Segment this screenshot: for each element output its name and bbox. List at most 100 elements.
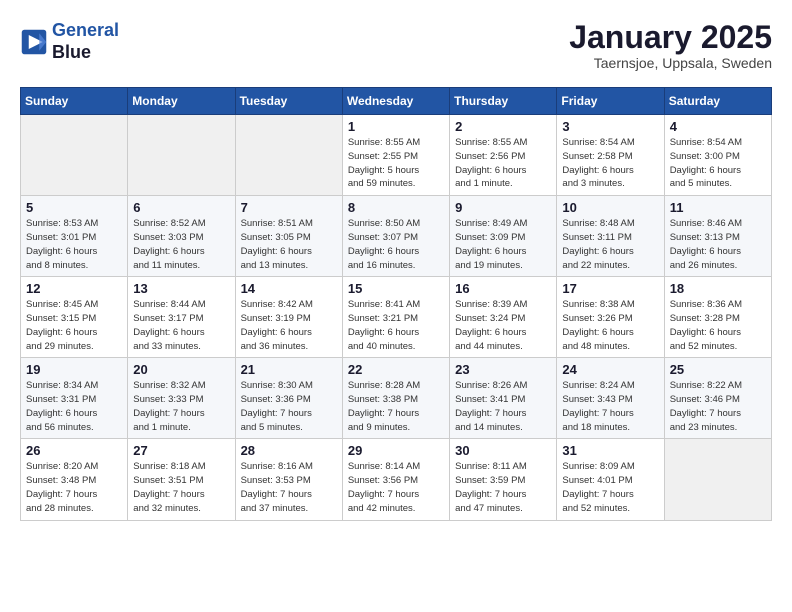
logo-text: General Blue bbox=[52, 20, 119, 63]
day-number: 30 bbox=[455, 443, 551, 458]
calendar-subtitle: Taernsjoe, Uppsala, Sweden bbox=[569, 55, 772, 71]
day-number: 20 bbox=[133, 362, 229, 377]
day-detail: Sunrise: 8:48 AM Sunset: 3:11 PM Dayligh… bbox=[562, 217, 658, 272]
calendar-cell: 4 Sunrise: 8:54 AM Sunset: 3:00 PM Daylig… bbox=[664, 115, 771, 196]
day-header: Tuesday bbox=[235, 88, 342, 115]
calendar-cell: 8Sunrise: 8:50 AM Sunset: 3:07 PM Daylig… bbox=[342, 196, 449, 277]
calendar-week-row: 12 Sunrise: 8:45 AM Sunset: 3:15 PM Dayli… bbox=[21, 277, 772, 358]
calendar-table: SundayMondayTuesdayWednesdayThursdayFrid… bbox=[20, 87, 772, 520]
calendar-cell: 22Sunrise: 8:28 AM Sunset: 3:38 PM Dayli… bbox=[342, 358, 449, 439]
calendar-cell: 11 Sunrise: 8:46 AM Sunset: 3:13 PM Dayli… bbox=[664, 196, 771, 277]
day-number: 24 bbox=[562, 362, 658, 377]
day-detail: Sunrise: 8:36 AM Sunset: 3:28 PM Dayligh… bbox=[670, 298, 766, 353]
day-number: 10 bbox=[562, 200, 658, 215]
calendar-cell: 9Sunrise: 8:49 AM Sunset: 3:09 PM Daylig… bbox=[450, 196, 557, 277]
day-number: 15 bbox=[348, 281, 444, 296]
calendar-cell: 21 Sunrise: 8:30 AM Sunset: 3:36 PM Dayli… bbox=[235, 358, 342, 439]
day-detail: Sunrise: 8:26 AM Sunset: 3:41 PM Dayligh… bbox=[455, 379, 551, 434]
day-detail: Sunrise: 8:53 AM Sunset: 3:01 PM Dayligh… bbox=[26, 217, 122, 272]
day-number: 7 bbox=[241, 200, 337, 215]
calendar-week-row: 26 Sunrise: 8:20 AM Sunset: 3:48 PM Dayli… bbox=[21, 439, 772, 520]
day-detail: Sunrise: 8:16 AM Sunset: 3:53 PM Dayligh… bbox=[241, 460, 337, 515]
day-number: 18 bbox=[670, 281, 766, 296]
day-number: 3 bbox=[562, 119, 658, 134]
calendar-cell: 5 Sunrise: 8:53 AM Sunset: 3:01 PM Daylig… bbox=[21, 196, 128, 277]
day-header: Monday bbox=[128, 88, 235, 115]
calendar-cell: 28 Sunrise: 8:16 AM Sunset: 3:53 PM Dayli… bbox=[235, 439, 342, 520]
calendar-cell bbox=[128, 115, 235, 196]
day-header: Friday bbox=[557, 88, 664, 115]
calendar-cell: 29 Sunrise: 8:14 AM Sunset: 3:56 PM Dayli… bbox=[342, 439, 449, 520]
calendar-cell bbox=[235, 115, 342, 196]
calendar-cell: 25Sunrise: 8:22 AM Sunset: 3:46 PM Dayli… bbox=[664, 358, 771, 439]
day-number: 28 bbox=[241, 443, 337, 458]
calendar-week-row: 1Sunrise: 8:55 AM Sunset: 2:55 PM Daylig… bbox=[21, 115, 772, 196]
day-number: 14 bbox=[241, 281, 337, 296]
calendar-week-row: 5 Sunrise: 8:53 AM Sunset: 3:01 PM Daylig… bbox=[21, 196, 772, 277]
day-detail: Sunrise: 8:24 AM Sunset: 3:43 PM Dayligh… bbox=[562, 379, 658, 434]
day-header: Saturday bbox=[664, 88, 771, 115]
day-detail: Sunrise: 8:55 AM Sunset: 2:55 PM Dayligh… bbox=[348, 136, 444, 191]
calendar-cell: 23 Sunrise: 8:26 AM Sunset: 3:41 PM Dayli… bbox=[450, 358, 557, 439]
calendar-cell bbox=[21, 115, 128, 196]
page-header: General Blue January 2025 Taernsjoe, Upp… bbox=[20, 20, 772, 71]
day-number: 2 bbox=[455, 119, 551, 134]
day-number: 11 bbox=[670, 200, 766, 215]
day-detail: Sunrise: 8:30 AM Sunset: 3:36 PM Dayligh… bbox=[241, 379, 337, 434]
day-number: 19 bbox=[26, 362, 122, 377]
calendar-cell: 16Sunrise: 8:39 AM Sunset: 3:24 PM Dayli… bbox=[450, 277, 557, 358]
day-header: Thursday bbox=[450, 88, 557, 115]
day-number: 26 bbox=[26, 443, 122, 458]
calendar-cell: 1Sunrise: 8:55 AM Sunset: 2:55 PM Daylig… bbox=[342, 115, 449, 196]
day-detail: Sunrise: 8:32 AM Sunset: 3:33 PM Dayligh… bbox=[133, 379, 229, 434]
day-number: 17 bbox=[562, 281, 658, 296]
day-number: 5 bbox=[26, 200, 122, 215]
calendar-cell: 10 Sunrise: 8:48 AM Sunset: 3:11 PM Dayli… bbox=[557, 196, 664, 277]
calendar-cell: 12 Sunrise: 8:45 AM Sunset: 3:15 PM Dayli… bbox=[21, 277, 128, 358]
calendar-cell: 17 Sunrise: 8:38 AM Sunset: 3:26 PM Dayli… bbox=[557, 277, 664, 358]
day-number: 27 bbox=[133, 443, 229, 458]
calendar-cell: 18 Sunrise: 8:36 AM Sunset: 3:28 PM Dayli… bbox=[664, 277, 771, 358]
calendar-title: January 2025 bbox=[569, 20, 772, 55]
day-number: 21 bbox=[241, 362, 337, 377]
day-detail: Sunrise: 8:55 AM Sunset: 2:56 PM Dayligh… bbox=[455, 136, 551, 191]
title-block: January 2025 Taernsjoe, Uppsala, Sweden bbox=[569, 20, 772, 71]
day-detail: Sunrise: 8:44 AM Sunset: 3:17 PM Dayligh… bbox=[133, 298, 229, 353]
day-detail: Sunrise: 8:42 AM Sunset: 3:19 PM Dayligh… bbox=[241, 298, 337, 353]
day-detail: Sunrise: 8:45 AM Sunset: 3:15 PM Dayligh… bbox=[26, 298, 122, 353]
day-detail: Sunrise: 8:41 AM Sunset: 3:21 PM Dayligh… bbox=[348, 298, 444, 353]
day-detail: Sunrise: 8:14 AM Sunset: 3:56 PM Dayligh… bbox=[348, 460, 444, 515]
calendar-cell: 30 Sunrise: 8:11 AM Sunset: 3:59 PM Dayli… bbox=[450, 439, 557, 520]
day-number: 6 bbox=[133, 200, 229, 215]
calendar-cell: 19 Sunrise: 8:34 AM Sunset: 3:31 PM Dayli… bbox=[21, 358, 128, 439]
day-detail: Sunrise: 8:20 AM Sunset: 3:48 PM Dayligh… bbox=[26, 460, 122, 515]
day-detail: Sunrise: 8:34 AM Sunset: 3:31 PM Dayligh… bbox=[26, 379, 122, 434]
calendar-cell: 7 Sunrise: 8:51 AM Sunset: 3:05 PM Daylig… bbox=[235, 196, 342, 277]
day-number: 9 bbox=[455, 200, 551, 215]
calendar-cell: 15 Sunrise: 8:41 AM Sunset: 3:21 PM Dayli… bbox=[342, 277, 449, 358]
day-detail: Sunrise: 8:28 AM Sunset: 3:38 PM Dayligh… bbox=[348, 379, 444, 434]
calendar-cell: 13 Sunrise: 8:44 AM Sunset: 3:17 PM Dayli… bbox=[128, 277, 235, 358]
calendar-cell: 20 Sunrise: 8:32 AM Sunset: 3:33 PM Dayli… bbox=[128, 358, 235, 439]
day-number: 12 bbox=[26, 281, 122, 296]
calendar-cell: 24 Sunrise: 8:24 AM Sunset: 3:43 PM Dayli… bbox=[557, 358, 664, 439]
calendar-header-row: SundayMondayTuesdayWednesdayThursdayFrid… bbox=[21, 88, 772, 115]
day-detail: Sunrise: 8:46 AM Sunset: 3:13 PM Dayligh… bbox=[670, 217, 766, 272]
day-number: 23 bbox=[455, 362, 551, 377]
day-detail: Sunrise: 8:38 AM Sunset: 3:26 PM Dayligh… bbox=[562, 298, 658, 353]
day-header: Sunday bbox=[21, 88, 128, 115]
day-detail: Sunrise: 8:11 AM Sunset: 3:59 PM Dayligh… bbox=[455, 460, 551, 515]
day-number: 29 bbox=[348, 443, 444, 458]
day-detail: Sunrise: 8:54 AM Sunset: 3:00 PM Dayligh… bbox=[670, 136, 766, 191]
day-detail: Sunrise: 8:51 AM Sunset: 3:05 PM Dayligh… bbox=[241, 217, 337, 272]
day-detail: Sunrise: 8:18 AM Sunset: 3:51 PM Dayligh… bbox=[133, 460, 229, 515]
day-detail: Sunrise: 8:50 AM Sunset: 3:07 PM Dayligh… bbox=[348, 217, 444, 272]
calendar-cell: 26 Sunrise: 8:20 AM Sunset: 3:48 PM Dayli… bbox=[21, 439, 128, 520]
calendar-cell: 6Sunrise: 8:52 AM Sunset: 3:03 PM Daylig… bbox=[128, 196, 235, 277]
day-number: 4 bbox=[670, 119, 766, 134]
calendar-cell: 3 Sunrise: 8:54 AM Sunset: 2:58 PM Daylig… bbox=[557, 115, 664, 196]
day-detail: Sunrise: 8:54 AM Sunset: 2:58 PM Dayligh… bbox=[562, 136, 658, 191]
day-detail: Sunrise: 8:22 AM Sunset: 3:46 PM Dayligh… bbox=[670, 379, 766, 434]
day-number: 13 bbox=[133, 281, 229, 296]
calendar-cell: 31Sunrise: 8:09 AM Sunset: 4:01 PM Dayli… bbox=[557, 439, 664, 520]
